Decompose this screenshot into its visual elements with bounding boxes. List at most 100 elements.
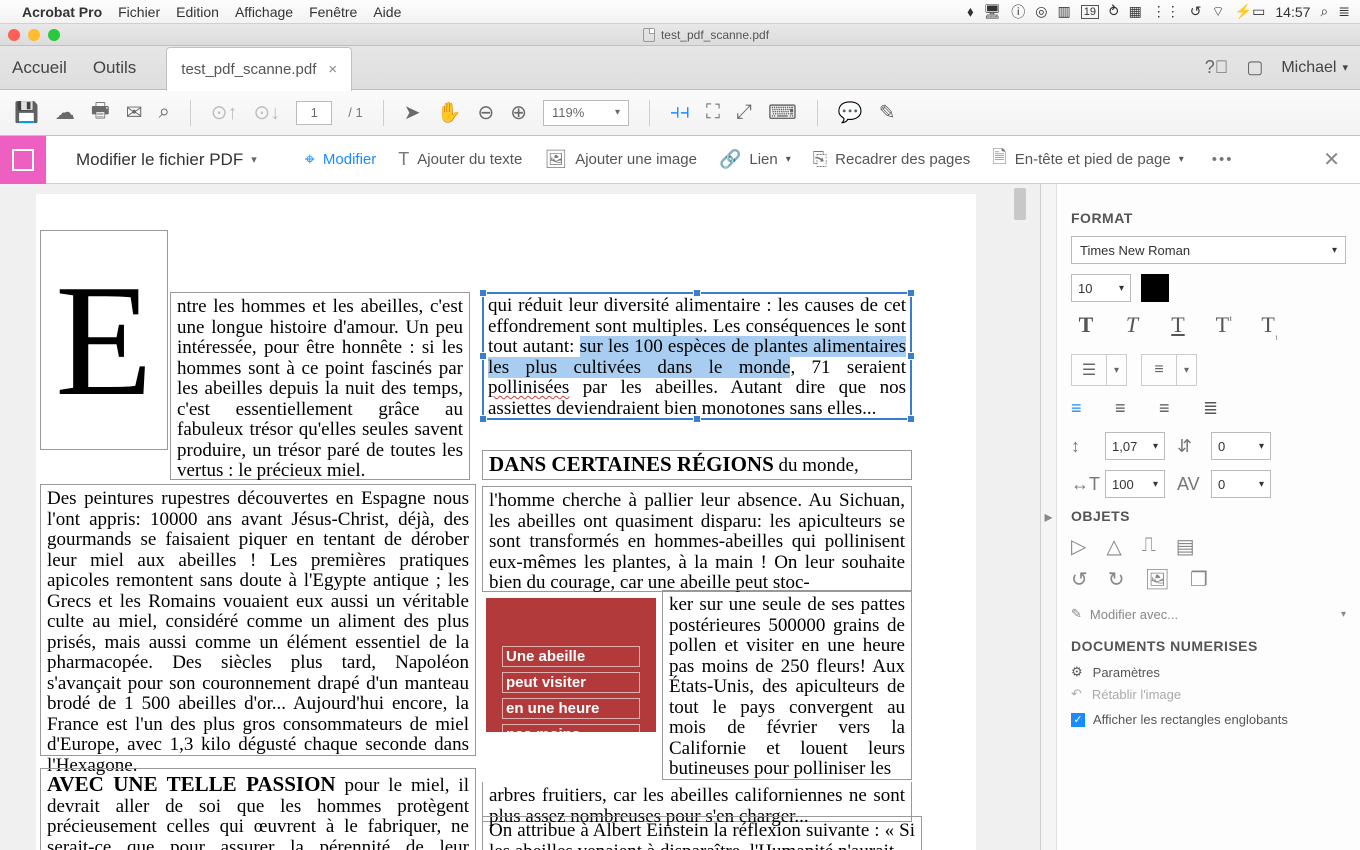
selection-handle[interactable]: [907, 415, 915, 423]
document-tab[interactable]: test_pdf_scanne.pdf ×: [166, 47, 352, 91]
flip-v-icon[interactable]: △: [1106, 534, 1121, 559]
align-left-button[interactable]: ≡: [1071, 398, 1099, 420]
modify-with-button[interactable]: ✎Modifier avec... ▾: [1071, 600, 1346, 628]
font-family-select[interactable]: Times New Roman ▾: [1071, 236, 1346, 264]
show-bounding-boxes-checkbox[interactable]: ✓ Afficher les rectangles englobants: [1071, 712, 1346, 727]
spotlight-icon[interactable]: ⌕: [1320, 3, 1328, 20]
selection-handle[interactable]: [693, 289, 701, 297]
calendar-icon[interactable]: 19: [1081, 5, 1099, 19]
maximize-window-button[interactable]: [48, 29, 60, 41]
restore-image-button[interactable]: ↶ Rétablir l'image: [1071, 686, 1346, 702]
menu-view[interactable]: Affichage: [235, 4, 293, 20]
menu-edit[interactable]: Edition: [176, 4, 219, 20]
menu-help[interactable]: Aide: [373, 4, 401, 20]
fit-page-icon[interactable]: ⛶: [706, 101, 720, 124]
font-size-input[interactable]: 10▾: [1071, 274, 1131, 302]
zoom-out-icon[interactable]: ⊖: [477, 100, 494, 125]
line-height-input[interactable]: 1,07▾: [1105, 432, 1165, 460]
notifications-icon[interactable]: ≣: [1338, 3, 1350, 20]
help-icon[interactable]: ?⃝: [1205, 57, 1229, 78]
subscript-button[interactable]: T₁: [1255, 312, 1285, 340]
rotate-ccw-icon[interactable]: ↺: [1071, 567, 1088, 592]
app-menu[interactable]: Acrobat Pro: [22, 4, 102, 20]
wifi-icon[interactable]: ⌔: [1212, 3, 1225, 21]
align-justify-button[interactable]: ≣: [1203, 398, 1231, 420]
edit-pdf-title[interactable]: Modifier le fichier PDF ▾: [76, 150, 257, 170]
sync-icon[interactable]: ⥁: [1109, 3, 1119, 20]
timemachine-icon[interactable]: ↺: [1190, 3, 1202, 20]
align-center-button[interactable]: ≡: [1115, 398, 1143, 420]
more-icon[interactable]: •••: [1212, 151, 1234, 168]
crop-button[interactable]: ⎘ Recadrer des pages: [813, 149, 971, 170]
align-objects-icon[interactable]: ▤: [1176, 534, 1195, 559]
search-icon[interactable]: ⌕: [159, 101, 170, 124]
selection-handle[interactable]: [479, 415, 487, 423]
selection-handle[interactable]: [479, 289, 487, 297]
keyboard-icon[interactable]: ⌨: [768, 100, 797, 125]
close-tab-icon[interactable]: ×: [328, 61, 337, 78]
hand-icon[interactable]: ✋: [437, 100, 462, 125]
bluetooth-icon[interactable]: ⋮⋮: [1152, 3, 1180, 20]
clock[interactable]: 14:57: [1275, 4, 1310, 20]
selection-handle[interactable]: [693, 415, 701, 423]
panel-collapse-rail[interactable]: ▸: [1041, 184, 1057, 850]
underline-button[interactable]: T: [1163, 312, 1193, 340]
text-block[interactable]: l'homme cherche à pallier leur absence. …: [482, 486, 912, 592]
replace-image-icon[interactable]: 🖼: [1145, 567, 1170, 592]
cc-icon[interactable]: ◎: [1035, 3, 1047, 20]
link-button[interactable]: 🔗 Lien ▾: [719, 149, 791, 170]
crop-object-icon[interactable]: ⎍: [1142, 534, 1156, 559]
callout-box[interactable]: Une abeille peut visiter en une heure pa…: [486, 598, 656, 732]
settings-button[interactable]: ⚙ Paramètres: [1071, 664, 1346, 680]
pointer-icon[interactable]: ➤: [404, 100, 421, 125]
text-block[interactable]: ntre les hommes et les abeilles, c'est u…: [170, 292, 470, 480]
user-menu[interactable]: Michael ▾: [1281, 59, 1348, 77]
text-block[interactable]: Des peintures rupestres découvertes en E…: [40, 484, 476, 756]
comment-icon[interactable]: 💬: [838, 100, 863, 125]
page-up-icon[interactable]: ⊙↑: [211, 100, 238, 125]
numbered-list-button[interactable]: ≡▾: [1141, 354, 1197, 386]
flip-h-icon[interactable]: ▷: [1071, 534, 1086, 559]
superscript-button[interactable]: T¹: [1209, 312, 1239, 340]
bold-button[interactable]: T: [1071, 312, 1101, 340]
text-block[interactable]: DANS CERTAINES RÉGIONS du monde,: [482, 450, 912, 480]
info-icon[interactable]: ⓘ: [1011, 2, 1025, 22]
document-canvas[interactable]: E ntre les hommes et les abeilles, c'est…: [0, 184, 1040, 850]
home-tab[interactable]: Accueil: [12, 58, 67, 78]
menu-window[interactable]: Fenêtre: [309, 4, 357, 20]
add-image-button[interactable]: 🖼 Ajouter une image: [544, 149, 697, 170]
cloud-upload-icon[interactable]: ☁: [55, 100, 75, 125]
memory-icon[interactable]: ▦: [1129, 3, 1142, 20]
minimize-window-button[interactable]: [28, 29, 40, 41]
page-number-input[interactable]: [296, 101, 332, 125]
selected-text-block[interactable]: qui réduit leur diversité alimentaire : …: [482, 292, 912, 420]
display-icon[interactable]: 🖥: [984, 3, 1002, 20]
text-block[interactable]: AVEC UNE TELLE PASSION pour le miel, il …: [40, 768, 476, 850]
print-icon[interactable]: 🖶: [91, 96, 110, 130]
save-icon[interactable]: 💾: [14, 100, 39, 125]
scrollbar-thumb[interactable]: [1014, 188, 1026, 220]
zoom-select[interactable]: 119% ▾: [543, 100, 629, 126]
mail-icon[interactable]: ✉: [126, 100, 143, 125]
menu-file[interactable]: Fichier: [118, 4, 160, 20]
zoom-in-icon[interactable]: ⊕: [510, 100, 527, 125]
paragraph-spacing-input[interactable]: 0▾: [1211, 432, 1271, 460]
rotate-cw-icon[interactable]: ↻: [1108, 567, 1125, 592]
dropcap-block[interactable]: E: [40, 230, 168, 450]
selection-handle[interactable]: [907, 352, 915, 360]
highlight-icon[interactable]: ✎: [879, 100, 896, 125]
text-block[interactable]: On attribue à Albert Einstein la réflexi…: [482, 816, 922, 850]
device-icon[interactable]: ▢: [1246, 57, 1263, 78]
close-window-button[interactable]: [8, 29, 20, 41]
hscale-input[interactable]: 100▾: [1105, 470, 1165, 498]
battery-icon[interactable]: ⚡▭: [1235, 3, 1266, 20]
edit-pdf-mode-icon[interactable]: [0, 136, 46, 184]
fit-width-icon[interactable]: ⫞⫞: [670, 101, 690, 124]
sidebar-icon[interactable]: ▥: [1058, 3, 1071, 20]
fullscreen-icon[interactable]: ⤢: [736, 101, 752, 124]
add-text-button[interactable]: T Ajouter du texte: [398, 149, 522, 170]
tools-tab[interactable]: Outils: [93, 58, 136, 78]
text-block[interactable]: ker sur une seule de ses pattes postérie…: [662, 590, 912, 780]
page-down-icon[interactable]: ⊙↓: [254, 100, 281, 125]
arrange-icon[interactable]: ❐: [1190, 567, 1208, 592]
